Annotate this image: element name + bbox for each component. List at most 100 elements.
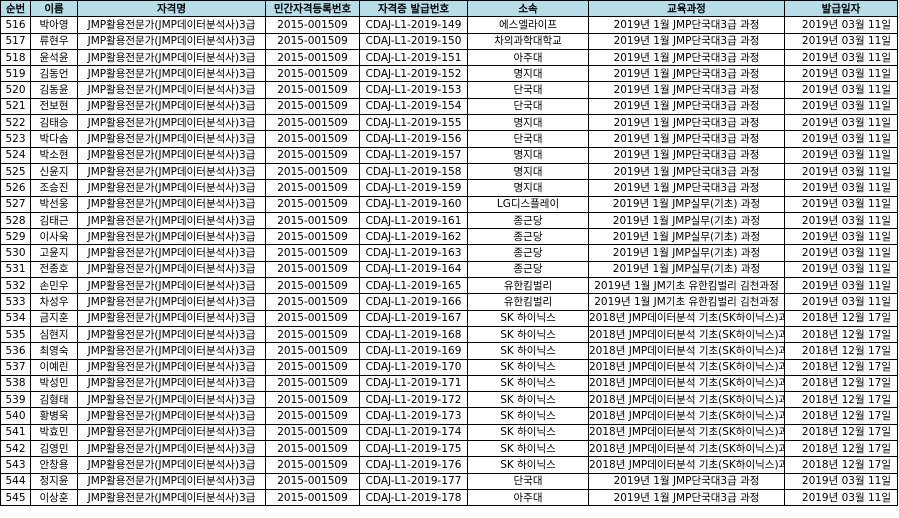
cell-issue-date: 2019년 03월 11일 [784, 211, 898, 230]
cell-name: 이예린 [30, 358, 78, 376]
cell-cert-name: JMP활용전문가(JMP데이터분석사)3급 [77, 65, 266, 83]
cell-cert-name: JMP활용전문가(JMP데이터분석사)3급 [77, 342, 266, 360]
cell-index: 519 [0, 65, 31, 83]
cell-issue-date: 2019년 03월 11일 [784, 97, 898, 116]
table-row: 517 류현우 JMP활용전문가(JMP데이터분석사)3급 2015-001509 CD… [0, 32, 898, 50]
cell-course: 2019년 1월 JMP단국대3급 과정 [588, 488, 785, 507]
cell-cert-name: JMP활용전문가(JMP데이터분석사)3급 [77, 179, 266, 197]
cell-registration-number: 2015-001509 [265, 244, 360, 262]
cell-registration-number: 2015-001509 [265, 81, 360, 99]
table-row: 531 전종호 JMP활용전문가(JMP데이터분석사)3급 2015-001509 CD… [0, 260, 898, 279]
cell-registration-number: 2015-001509 [265, 358, 360, 376]
cell-affiliation: LG디스플레이 [467, 195, 589, 213]
cell-index: 535 [0, 325, 31, 344]
cell-affiliation: 단국대 [467, 130, 589, 148]
cell-name: 박다솜 [30, 130, 78, 148]
cell-course: 2018년 JMP데이터분석 기초(SK하이닉스)과정 [588, 423, 785, 442]
cell-name: 조승진 [30, 179, 78, 197]
cell-affiliation: 종근당 [467, 260, 589, 279]
cell-name: 김동윤 [30, 81, 78, 99]
cell-name: 신윤지 [30, 162, 78, 181]
cell-index: 544 [0, 472, 31, 490]
cell-cert-name: JMP활용전문가(JMP데이터분석사)3급 [77, 244, 266, 262]
cell-issue-number: CDAJ-L1-2019-153 [359, 81, 468, 99]
cell-name: 금지훈 [30, 309, 78, 327]
table-row: 537 이예린 JMP활용전문가(JMP데이터분석사)3급 2015-001509 CD… [0, 358, 898, 376]
cell-issue-number: CDAJ-L1-2019-175 [359, 440, 468, 458]
cell-registration-number: 2015-001509 [265, 114, 360, 132]
cell-issue-date: 2018년 12월 17일 [784, 342, 898, 360]
cell-course: 2019년 1월 JMP단국대3급 과정 [588, 81, 785, 99]
table-row: 527 박선웅 JMP활용전문가(JMP데이터분석사)3급 2015-001509 CD… [0, 195, 898, 213]
cell-index: 527 [0, 195, 31, 213]
table-row: 544 정지윤 JMP활용전문가(JMP데이터분석사)3급 2015-001509 CD… [0, 472, 898, 490]
cell-issue-date: 2019년 03월 11일 [784, 114, 898, 132]
cell-affiliation: SK 하이닉스 [467, 374, 589, 393]
cell-index: 518 [0, 48, 31, 67]
cell-course: 2019년 1월 JM기초 유한킴벌리 김천과정 [588, 293, 785, 311]
cell-affiliation: 유한킴벌리 [467, 277, 589, 295]
table-row: 529 이사욱 JMP활용전문가(JMP데이터분석사)3급 2015-001509 CD… [0, 228, 898, 246]
cell-issue-date: 2018년 12월 17일 [784, 358, 898, 376]
cell-cert-name: JMP활용전문가(JMP데이터분석사)3급 [77, 309, 266, 327]
cell-name: 박성민 [30, 374, 78, 393]
cell-affiliation: 에스엘라이프 [467, 16, 589, 34]
cell-issue-date: 2019년 03월 11일 [784, 195, 898, 213]
cell-affiliation: 명지대 [467, 114, 589, 132]
table-row: 530 고윤지 JMP활용전문가(JMP데이터분석사)3급 2015-001509 CD… [0, 244, 898, 262]
cell-course: 2019년 1월 JMP단국대3급 과정 [588, 146, 785, 164]
cell-issue-number: CDAJ-L1-2019-163 [359, 244, 468, 262]
cell-affiliation: SK 하이닉스 [467, 407, 589, 425]
table-row: 516 박아영 JMP활용전문가(JMP데이터분석사)3급 2015-001509 CD… [0, 16, 898, 34]
cell-registration-number: 2015-001509 [265, 325, 360, 344]
table-row: 521 전보현 JMP활용전문가(JMP데이터분석사)3급 2015-001509 CD… [0, 97, 898, 116]
cell-name: 황병욱 [30, 407, 78, 425]
cell-index: 524 [0, 146, 31, 164]
cell-affiliation: SK 하이닉스 [467, 309, 589, 327]
cell-issue-number: CDAJ-L1-2019-177 [359, 472, 468, 490]
cell-registration-number: 2015-001509 [265, 423, 360, 442]
cell-issue-date: 2018년 12월 17일 [784, 407, 898, 425]
cell-cert-name: JMP활용전문가(JMP데이터분석사)3급 [77, 97, 266, 116]
cell-issue-date: 2018년 12월 17일 [784, 440, 898, 458]
cell-affiliation: 종근당 [467, 211, 589, 230]
cell-course: 2019년 1월 JMP단국대3급 과정 [588, 48, 785, 67]
cell-issue-date: 2019년 03월 11일 [784, 488, 898, 507]
table-row: 520 김동윤 JMP활용전문가(JMP데이터분석사)3급 2015-001509 CD… [0, 81, 898, 99]
cell-index: 528 [0, 211, 31, 230]
cell-course: 2018년 JMP데이터분석 기초(SK하이닉스)과정 [588, 391, 785, 409]
cell-issue-date: 2018년 12월 17일 [784, 391, 898, 409]
table-row: 528 김태근 JMP활용전문가(JMP데이터분석사)3급 2015-001509 CD… [0, 211, 898, 230]
cell-cert-name: JMP활용전문가(JMP데이터분석사)3급 [77, 130, 266, 148]
cell-issue-number: CDAJ-L1-2019-158 [359, 162, 468, 181]
cell-affiliation: SK 하이닉스 [467, 342, 589, 360]
table-row: 540 황병욱 JMP활용전문가(JMP데이터분석사)3급 2015-001509 CD… [0, 407, 898, 425]
cell-registration-number: 2015-001509 [265, 277, 360, 295]
cell-index: 529 [0, 228, 31, 246]
header-issue-date: 발급일자 [784, 0, 898, 18]
table-row: 525 신윤지 JMP활용전문가(JMP데이터분석사)3급 2015-001509 CD… [0, 162, 898, 181]
cell-course: 2019년 1월 JMP실무(기초) 과정 [588, 260, 785, 279]
cell-course: 2019년 1월 JMP단국대3급 과정 [588, 65, 785, 83]
cell-issue-number: CDAJ-L1-2019-161 [359, 211, 468, 230]
cell-index: 520 [0, 81, 31, 99]
cell-issue-date: 2019년 03월 11일 [784, 228, 898, 246]
cell-registration-number: 2015-001509 [265, 260, 360, 279]
cell-issue-date: 2018년 12월 17일 [784, 325, 898, 344]
header-row: 순번 이름 자격명 민간자격등록번호 자격증 발급번호 소속 교육과정 발급일자 [0, 0, 898, 18]
cell-registration-number: 2015-001509 [265, 146, 360, 164]
cell-issue-number: CDAJ-L1-2019-169 [359, 342, 468, 360]
cell-affiliation: SK 하이닉스 [467, 456, 589, 474]
cell-affiliation: 아주대 [467, 48, 589, 67]
cell-issue-date: 2018년 12월 17일 [784, 309, 898, 327]
cell-index: 534 [0, 309, 31, 327]
cell-name: 김영민 [30, 440, 78, 458]
table-row: 543 안창용 JMP활용전문가(JMP데이터분석사)3급 2015-001509 CD… [0, 456, 898, 474]
cell-registration-number: 2015-001509 [265, 440, 360, 458]
cell-issue-date: 2019년 03월 11일 [784, 277, 898, 295]
cell-issue-date: 2019년 03월 11일 [784, 162, 898, 181]
cell-issue-number: CDAJ-L1-2019-152 [359, 65, 468, 83]
cell-cert-name: JMP활용전문가(JMP데이터분석사)3급 [77, 16, 266, 34]
cell-cert-name: JMP활용전문가(JMP데이터분석사)3급 [77, 162, 266, 181]
cell-course: 2019년 1월 JMP실무(기초) 과정 [588, 195, 785, 213]
